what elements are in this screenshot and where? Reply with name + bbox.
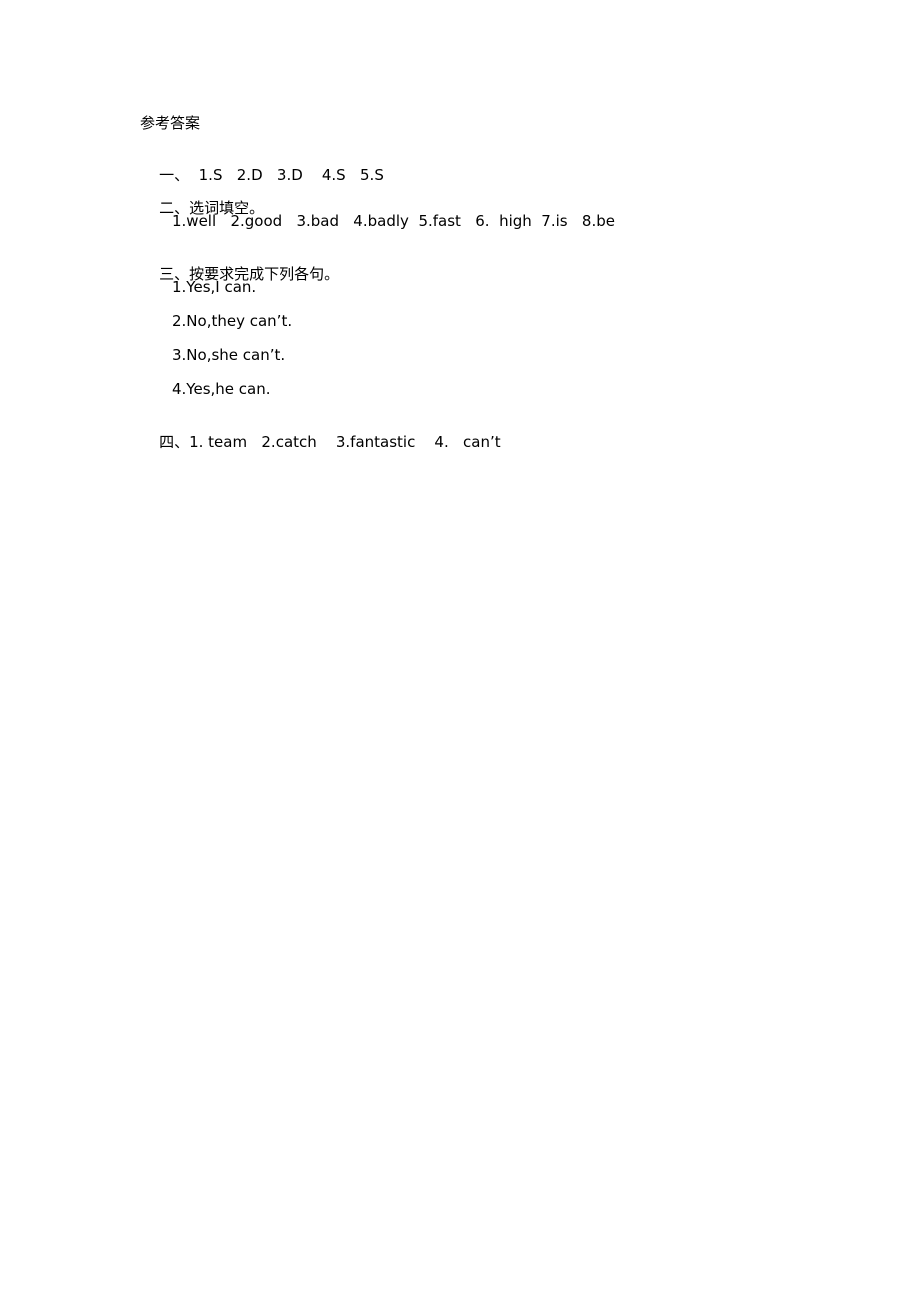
section-3-item: 2.No,they can’t. [172,312,293,330]
section-2-answers: 1.well 2.good 3.bad 4.badly 5.fast 6. hi… [172,212,615,230]
section-4-answers: 1. team 2.catch 3.fantastic 4. can’t [189,433,501,451]
document-title: 参考答案 [140,114,201,132]
section-3-item: 3.No,she can’t. [172,346,286,364]
section-4: 四、1. team 2.catch 3.fantastic 4. can’t [140,412,501,472]
section-3-item: 4.Yes,he can. [172,380,271,398]
document-page: 参考答案 一、 1.S 2.D 3.D 4.S 5.S 二、选词填空。 1.we… [0,0,920,1302]
section-3-item: 1.Yes,I can. [172,278,257,296]
section-4-label: 四、 [159,433,190,451]
